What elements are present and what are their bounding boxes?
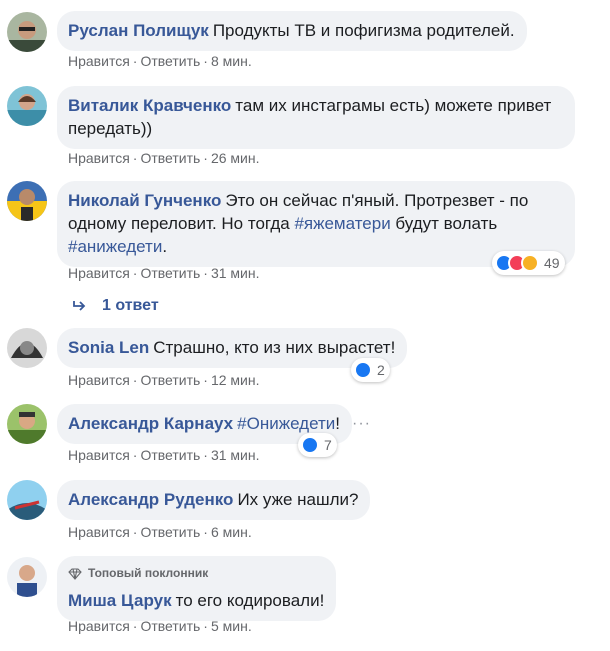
separator: · [203,53,208,69]
separator: · [132,150,138,166]
reactions-summary[interactable]: 49 [492,251,565,275]
reactions-summary[interactable]: 7 [298,433,337,457]
like-button[interactable]: Нравится [68,150,130,166]
author-link[interactable]: Александр Карнаух [68,414,233,433]
like-button[interactable]: Нравится [68,618,130,634]
comment-bubble: Александр Руденко Их уже нашли? [57,480,371,520]
comment-actions: Нравится · Ответить · 31 мин. [68,447,260,463]
comment-bubble: Виталик Кравченко там их инстаграмы есть)… [57,86,575,149]
reply-button[interactable]: Ответить [140,524,200,540]
separator: · [132,265,138,281]
avatar[interactable] [7,480,47,520]
comment-text: то его кодировали! [175,591,325,610]
haha-reaction-icon [521,254,539,272]
like-reaction-icon [354,361,372,379]
separator: · [132,447,138,463]
reply-button[interactable]: Ответить [140,372,200,388]
comment-text: будут волать [390,214,498,233]
separator: · [203,372,208,388]
badge-label: Топовый поклонник [88,566,209,580]
avatar[interactable] [7,12,47,52]
author-link[interactable]: Миша Царук [68,591,172,610]
hashtag-link[interactable]: #анижедети [68,237,162,256]
comment-text: одному переловит. Но тогда [68,214,295,233]
separator: · [132,618,138,634]
reactions-summary[interactable]: 2 [351,358,390,382]
comment-actions: Нравится · Ответить · 26 мин. [68,150,260,166]
comment-text: Их уже нашли? [237,490,359,509]
timestamp[interactable]: 6 мин. [211,524,252,540]
reply-button[interactable]: Ответить [140,618,200,634]
timestamp[interactable]: 5 мин. [211,618,252,634]
comment-text: Страшно, кто из них вырастет! [153,338,396,357]
timestamp[interactable]: 31 мин. [211,265,260,281]
separator: · [132,53,138,69]
reply-arrow-icon [73,301,86,311]
comment-bubble: Топовый поклонник Миша Царук то его кодир… [57,556,337,621]
comment-actions: Нравится · Ответить · 5 мин. [68,618,252,634]
avatar[interactable] [7,328,47,368]
like-button[interactable]: Нравится [68,372,130,388]
separator: · [132,372,138,388]
reply-button[interactable]: Ответить [140,150,200,166]
separator: · [203,150,208,166]
comment-text: передать)) [68,119,153,138]
comment-text: там их инстаграмы есть) можете привет [235,96,552,115]
reaction-count: 7 [324,437,332,453]
diamond-icon [68,567,82,580]
author-link[interactable]: Руслан Полищук [68,21,209,40]
reaction-count: 2 [377,362,385,378]
top-fan-badge: Топовый поклонник [68,562,324,585]
comment-text: Продукты ТВ и пофигизма родителей. [212,21,515,40]
like-button[interactable]: Нравится [68,524,130,540]
comment-actions: Нравится · Ответить · 6 мин. [68,524,252,540]
reply-button[interactable]: Ответить [140,53,200,69]
author-link[interactable]: Александр Руденко [68,490,233,509]
separator: · [203,265,208,281]
hashtag-link[interactable]: #яжематери [294,214,390,233]
timestamp[interactable]: 12 мин. [211,372,260,388]
more-options-icon[interactable]: ··· [352,415,371,433]
comment-actions: Нравится · Ответить · 8 мин. [68,53,252,69]
separator: · [203,524,208,540]
separator: · [132,524,138,540]
reply-button[interactable]: Ответить [140,447,200,463]
comment-actions: Нравится · Ответить · 12 мин. [68,372,260,388]
comment-actions: Нравится · Ответить · 31 мин. [68,265,260,281]
comment-text: . [162,237,168,256]
avatar[interactable] [7,404,47,444]
avatar[interactable] [7,557,47,597]
hashtag-link[interactable]: #Онижедети [237,414,335,433]
comment-bubble: Руслан Полищук Продукты ТВ и пофигизма ро… [57,11,527,51]
reaction-count: 49 [544,255,560,271]
like-button[interactable]: Нравится [68,447,130,463]
author-link[interactable]: Николай Гунченко [68,191,221,210]
separator: · [203,447,208,463]
view-replies-link[interactable]: 1 ответ [72,297,159,315]
timestamp[interactable]: 31 мин. [211,447,260,463]
separator: · [203,618,208,634]
author-link[interactable]: Виталик Кравченко [68,96,231,115]
reply-button[interactable]: Ответить [140,265,200,281]
like-button[interactable]: Нравится [68,53,130,69]
avatar[interactable] [7,86,47,126]
comment-text: ! [335,414,340,433]
author-link[interactable]: Sonia Len [68,338,149,357]
timestamp[interactable]: 26 мин. [211,150,260,166]
like-reaction-icon [301,436,319,454]
comment-text: Это он сейчас п'яный. Протрезвет - по [225,191,529,210]
like-button[interactable]: Нравится [68,265,130,281]
replies-count: 1 ответ [102,297,159,314]
timestamp[interactable]: 8 мин. [211,53,252,69]
avatar[interactable] [7,181,47,221]
